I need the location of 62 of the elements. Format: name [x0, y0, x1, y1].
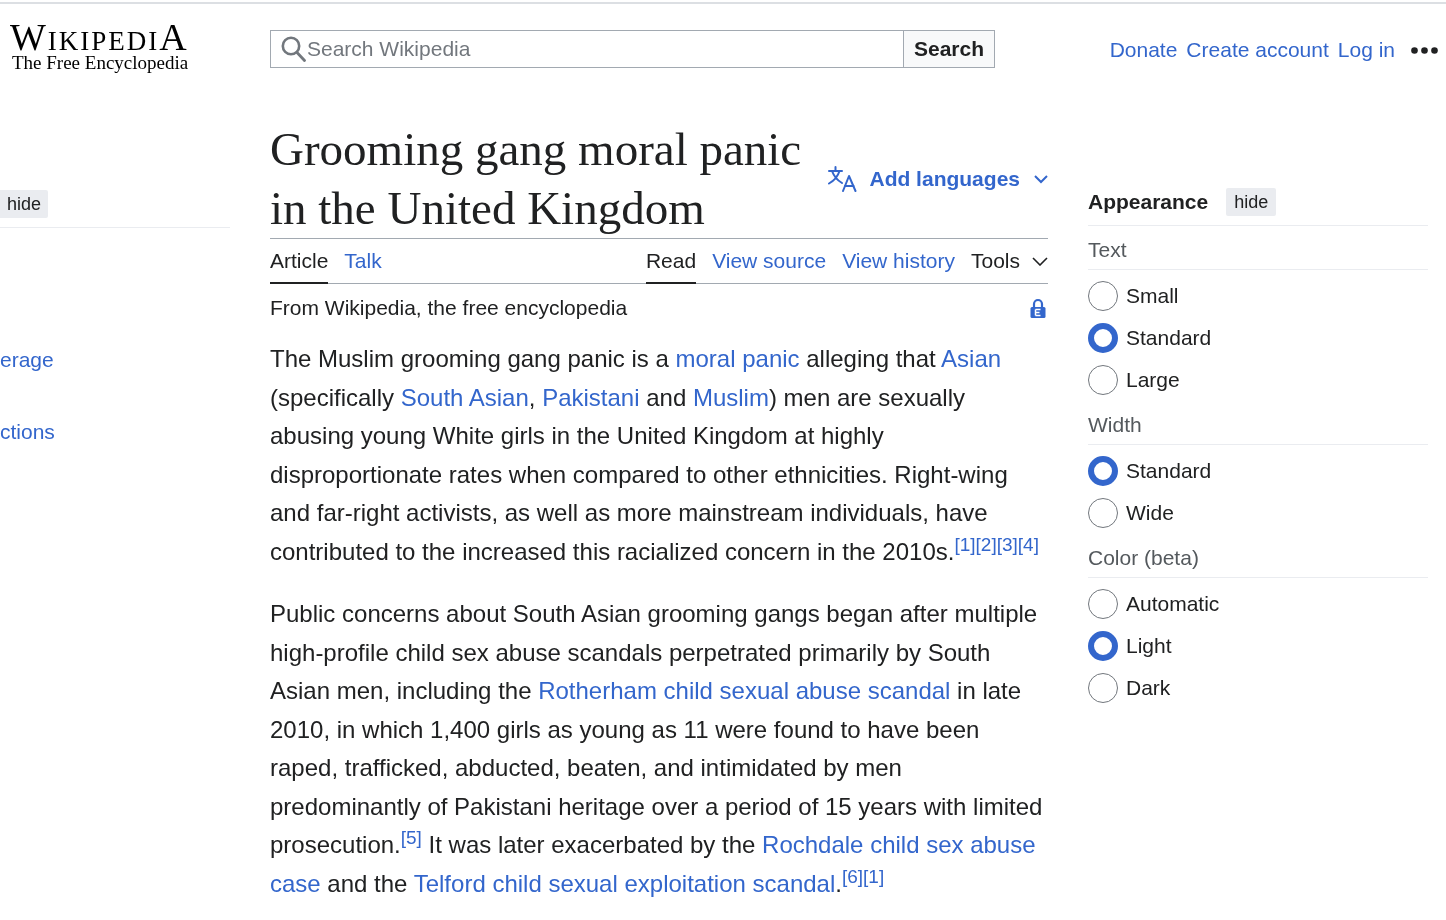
search-field[interactable]: Search Wikipedia [270, 30, 903, 68]
ellipsis-icon[interactable] [1411, 46, 1438, 54]
radio-button[interactable] [1088, 631, 1118, 661]
panel-title: Appearance [1088, 190, 1209, 214]
tab[interactable]: Read [645, 239, 697, 284]
radio-button[interactable] [1088, 498, 1118, 528]
article-title: Grooming gang moral panic in the United Kingdom [270, 122, 803, 236]
citation-link[interactable]: [1] [863, 865, 885, 887]
logo-tagline[interactable]: The Free Encyclopedia [12, 53, 189, 73]
chevron-down-icon [1032, 256, 1048, 266]
radio-button[interactable] [1088, 589, 1118, 619]
tab[interactable]: Talk [344, 239, 382, 284]
citation-link[interactable]: [5] [400, 827, 422, 848]
radio-button[interactable] [1088, 281, 1118, 311]
tools-menu-button[interactable]: Tools [970, 239, 1048, 283]
option-label[interactable]: Wide [1126, 501, 1174, 525]
hide-button[interactable]: hide [0, 190, 49, 218]
citation-link[interactable]: [1] [954, 533, 976, 555]
section-heading: Width [1088, 413, 1142, 436]
radio-button[interactable] [1088, 673, 1118, 703]
section-heading: Text [1088, 238, 1127, 261]
option-label[interactable]: Standard [1126, 459, 1212, 483]
chevron-down-icon [1034, 174, 1048, 184]
header-link[interactable]: Create account [1186, 38, 1329, 62]
citation-link[interactable]: [6] [841, 865, 864, 887]
citation-link[interactable]: [2] [975, 533, 997, 555]
radio-button[interactable] [1088, 456, 1118, 486]
article-link[interactable]: Pakistani [542, 383, 640, 411]
option-label[interactable]: Dark [1126, 676, 1171, 700]
article-link[interactable]: Telford child sexual exploitation scandal [413, 869, 836, 897]
contents-link[interactable]: erage [0, 348, 54, 371]
article-link[interactable]: Asian [941, 345, 1002, 372]
option-label[interactable]: Automatic [1126, 592, 1220, 616]
option-label[interactable]: Small [1126, 284, 1179, 308]
language-icon [828, 166, 859, 192]
contents-link[interactable]: ctions [0, 420, 55, 443]
hide-button[interactable]: hide [1226, 188, 1277, 216]
section-heading: Color (beta) [1088, 546, 1199, 569]
article-link[interactable]: South Asian [400, 383, 529, 411]
lock-icon[interactable] [1030, 298, 1046, 318]
logo-wordmark[interactable]: WikipediA [10, 21, 189, 53]
tab[interactable]: View source [712, 239, 827, 284]
article-link[interactable]: moral panic [675, 345, 800, 372]
tab[interactable]: Article [270, 239, 329, 284]
header-link[interactable]: Donate [1109, 38, 1178, 62]
article-link[interactable]: Muslim [692, 383, 769, 411]
article-link[interactable]: Rochdale child sex abuse [762, 831, 1036, 858]
citation-link[interactable]: [4] [1017, 533, 1039, 555]
site-tagline: From Wikipedia, the free encyclopedia [270, 296, 628, 320]
option-label[interactable]: Standard [1126, 326, 1212, 350]
option-label[interactable]: Large [1126, 368, 1180, 392]
radio-button[interactable] [1088, 365, 1118, 395]
add-languages-button[interactable]: Add languages [828, 166, 1048, 192]
search-button[interactable]: Search [903, 30, 995, 68]
header-link[interactable]: Log in [1337, 38, 1395, 62]
radio-button[interactable] [1088, 323, 1118, 353]
search-icon [281, 36, 306, 62]
article-link[interactable]: case [270, 869, 321, 897]
citation-link[interactable]: [3] [996, 533, 1018, 555]
article-link[interactable]: Rotherham child sexual abuse scandal [538, 677, 951, 704]
option-label[interactable]: Light [1126, 634, 1172, 658]
tab[interactable]: View history [842, 239, 955, 284]
